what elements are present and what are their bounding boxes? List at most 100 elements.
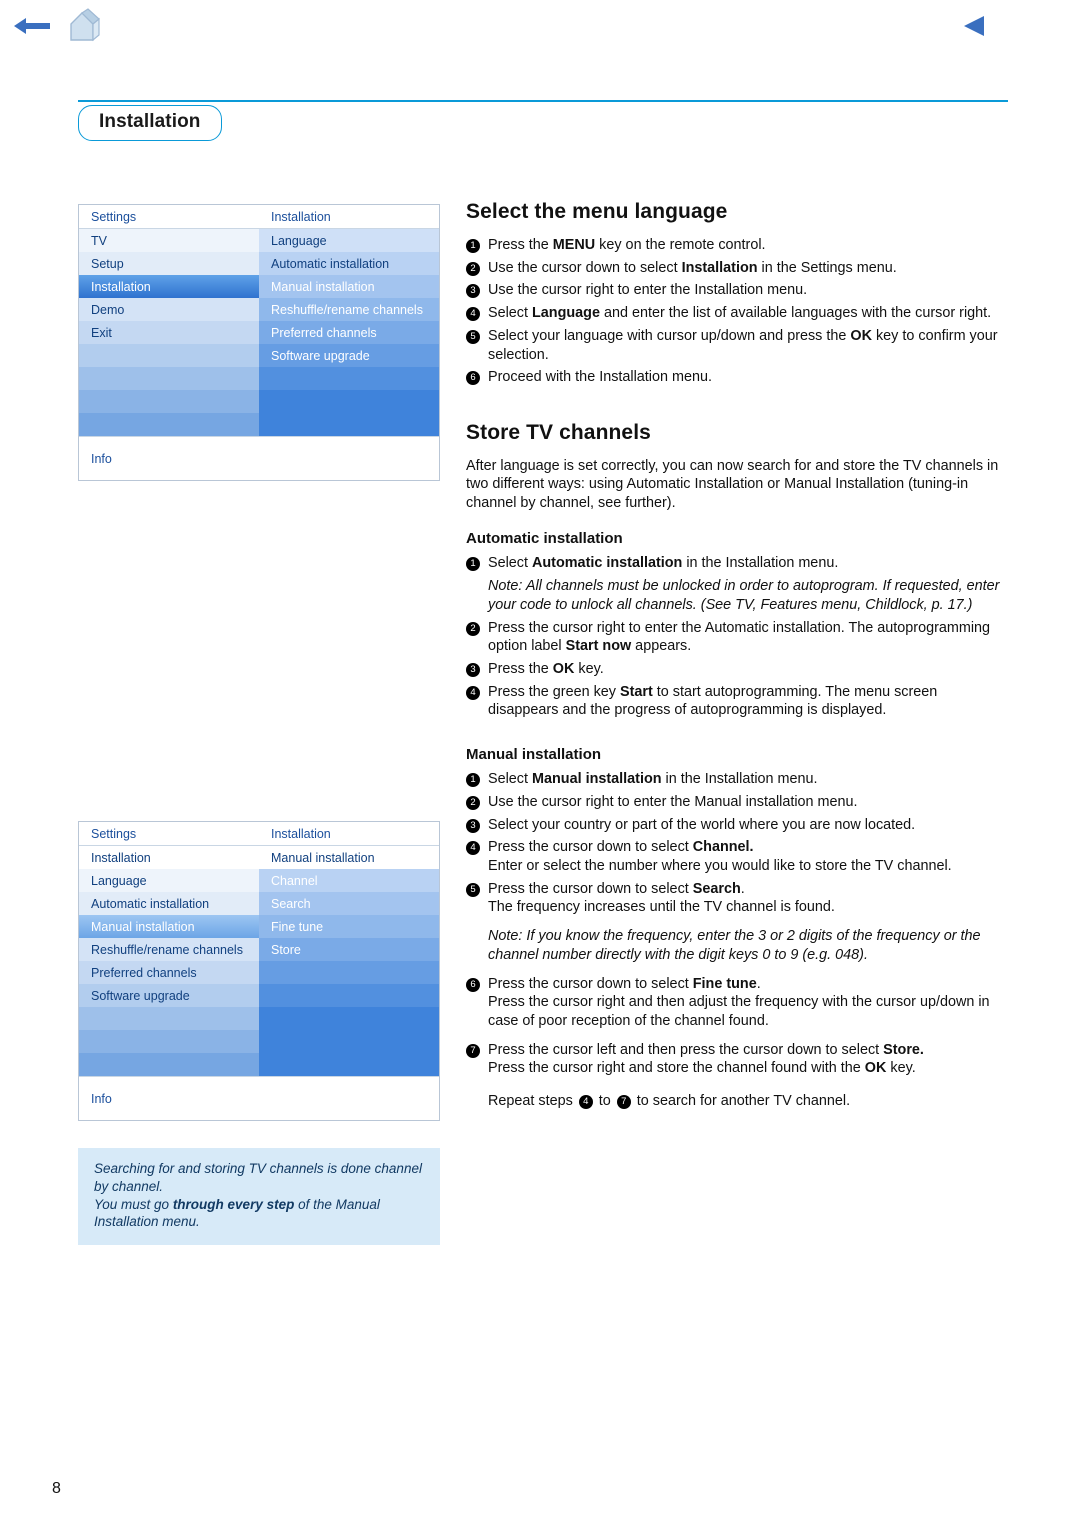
steps-select-menu-language: 1 Press the MENU key on the remote contro…	[466, 236, 1008, 387]
menu-item-reshuffle-rename-channels[interactable]: Reshuffle/rename channels	[79, 938, 259, 961]
step-number: 2	[466, 261, 480, 276]
menu-item-setup[interactable]: Setup	[79, 252, 259, 275]
step-number: 7	[466, 1043, 480, 1058]
step-number: 2	[466, 795, 480, 810]
main-content: Select the menu language 1 Press the MENU…	[466, 200, 1008, 1123]
menu-item-demo[interactable]: Demo	[79, 298, 259, 321]
menu-item-exit[interactable]: Exit	[79, 321, 259, 344]
menu-item-empty	[259, 413, 439, 436]
menu-right-header: Installation	[259, 205, 439, 228]
menu-item-language[interactable]: Language	[259, 229, 439, 252]
menu-row	[79, 390, 439, 413]
step-number: 4	[466, 685, 480, 700]
menu-item-installation-selected[interactable]: Installation	[79, 275, 259, 298]
menu-row: Exit Preferred channels	[79, 321, 439, 344]
menu-header-row: Settings Installation	[79, 822, 439, 845]
step-item: 2 Use the cursor down to select Installat…	[466, 259, 1008, 278]
step-item: 2 Use the cursor right to enter the Manua…	[466, 793, 1008, 812]
menu-row	[79, 367, 439, 390]
left-arrow-icon[interactable]	[14, 15, 50, 37]
step-item: 3 Use the cursor right to enter the Insta…	[466, 281, 1008, 300]
menu-item-software-upgrade[interactable]: Software upgrade	[259, 344, 439, 367]
section-title-store-tv-channels: Store TV channels	[466, 421, 651, 445]
menu-item-empty	[259, 390, 439, 413]
note-line-2: You must go through every step of the Ma…	[94, 1196, 424, 1232]
step-text: Proceed with the Installation menu.	[488, 369, 712, 386]
menu-item-manual-installation-right[interactable]: Manual installation	[259, 846, 439, 869]
settings-menu-screenshot-top: Settings Installation TV Language Setup …	[78, 204, 440, 481]
menu-item-preferred-channels[interactable]: Preferred channels	[259, 321, 439, 344]
step-number: 1	[466, 239, 480, 253]
menu-info-label: Info	[91, 1091, 112, 1106]
step-item: 1 Select Automatic installation in the In…	[466, 554, 1008, 573]
menu-item-preferred-channels[interactable]: Preferred channels	[79, 961, 259, 984]
menu-item-installation[interactable]: Installation	[79, 846, 259, 869]
menu-item-channel[interactable]: Channel	[259, 869, 439, 892]
step-number: 5	[466, 882, 480, 897]
step-item: 6 Proceed with the Installation menu.	[466, 368, 1008, 387]
menu-row: Installation Manual installation	[79, 846, 439, 869]
menu-item-reshuffle-rename-channels[interactable]: Reshuffle/rename channels	[259, 298, 439, 321]
menu-item-empty	[79, 367, 259, 390]
page-title-label: Installation	[99, 111, 201, 132]
step-text: Press the cursor down to select Fine tun…	[488, 975, 990, 1029]
step-number: 3	[466, 818, 480, 833]
menu-item-manual-installation-selected[interactable]: Manual installation	[79, 915, 259, 938]
menu-item-tv[interactable]: TV	[79, 229, 259, 252]
step-text: Select your language with cursor up/down…	[488, 327, 998, 363]
section-title-select-menu-language: Select the menu language	[466, 200, 728, 223]
step-text: Press the green key Start to start autop…	[488, 683, 938, 719]
note-line-2-pre: You must go	[94, 1196, 173, 1212]
repeat-post: to search for another TV channel.	[632, 1093, 851, 1110]
menu-item-store[interactable]: Store	[259, 938, 439, 961]
step-note: Note: If you know the frequency, enter t…	[466, 927, 1008, 964]
menu-item-empty	[79, 1030, 259, 1053]
menu-item-empty	[79, 1007, 259, 1030]
repeat-step-b: 7	[616, 1095, 631, 1110]
step-number: 4	[466, 841, 480, 856]
menu-row: Automatic installation Search	[79, 892, 439, 915]
menu-row	[79, 1030, 439, 1053]
menu-item-search[interactable]: Search	[259, 892, 439, 915]
step-item: 7 Press the cursor left and then press th…	[466, 1041, 1008, 1078]
step-text: Press the cursor right to enter the Auto…	[488, 619, 991, 655]
menu-item-empty	[259, 961, 439, 984]
step-number: 1	[466, 773, 480, 788]
page-number: 8	[52, 1480, 61, 1497]
menu-item-automatic-installation[interactable]: Automatic installation	[259, 252, 439, 275]
menu-right-header: Installation	[259, 822, 439, 845]
house-icon[interactable]	[68, 8, 102, 44]
step-item: 5 Press the cursor down to select Search.…	[466, 880, 1008, 917]
menu-row: Preferred channels	[79, 961, 439, 984]
step-text: Use the cursor right to enter the Instal…	[488, 282, 808, 299]
menu-row: Software upgrade	[79, 344, 439, 367]
menu-row: Software upgrade	[79, 984, 439, 1007]
step-item: 3 Press the OK key.	[466, 660, 1008, 679]
step-item: 5 Select your language with cursor up/dow…	[466, 327, 1008, 364]
menu-item-fine-tune[interactable]: Fine tune	[259, 915, 439, 938]
step-item: 6 Press the cursor down to select Fine tu…	[466, 975, 1008, 1031]
step-number: 6	[466, 371, 480, 386]
step-item: 1 Press the MENU key on the remote contro…	[466, 236, 1008, 255]
installation-menu-screenshot-bottom: Settings Installation Installation Manua…	[78, 821, 440, 1121]
menu-item-empty	[259, 367, 439, 390]
menu-row: Demo Reshuffle/rename channels	[79, 298, 439, 321]
top-navigation-bar	[0, 0, 1080, 56]
step-text: Select Automatic installation in the Ins…	[488, 555, 839, 572]
menu-item-software-upgrade[interactable]: Software upgrade	[79, 984, 259, 1007]
step-text: Select Language and enter the list of av…	[488, 305, 992, 322]
menu-item-automatic-installation[interactable]: Automatic installation	[79, 892, 259, 915]
menu-item-empty	[259, 1030, 439, 1053]
repeat-mid: to	[594, 1093, 615, 1110]
menu-item-language[interactable]: Language	[79, 869, 259, 892]
menu-row: Language Channel	[79, 869, 439, 892]
step-text: Use the cursor down to select Installati…	[488, 259, 897, 276]
note-box: Searching for and storing TV channels is…	[78, 1148, 440, 1246]
left-triangle-icon[interactable]	[962, 14, 988, 38]
menu-item-manual-installation[interactable]: Manual installation	[259, 275, 439, 298]
step-number: 4	[466, 307, 480, 322]
subsection-title-manual-installation: Manual installation	[466, 746, 602, 764]
step-text: Press the MENU key on the remote control…	[488, 237, 766, 253]
repeat-step-a: 4	[578, 1095, 593, 1110]
menu-row-selected: Manual installation Fine tune	[79, 915, 439, 938]
